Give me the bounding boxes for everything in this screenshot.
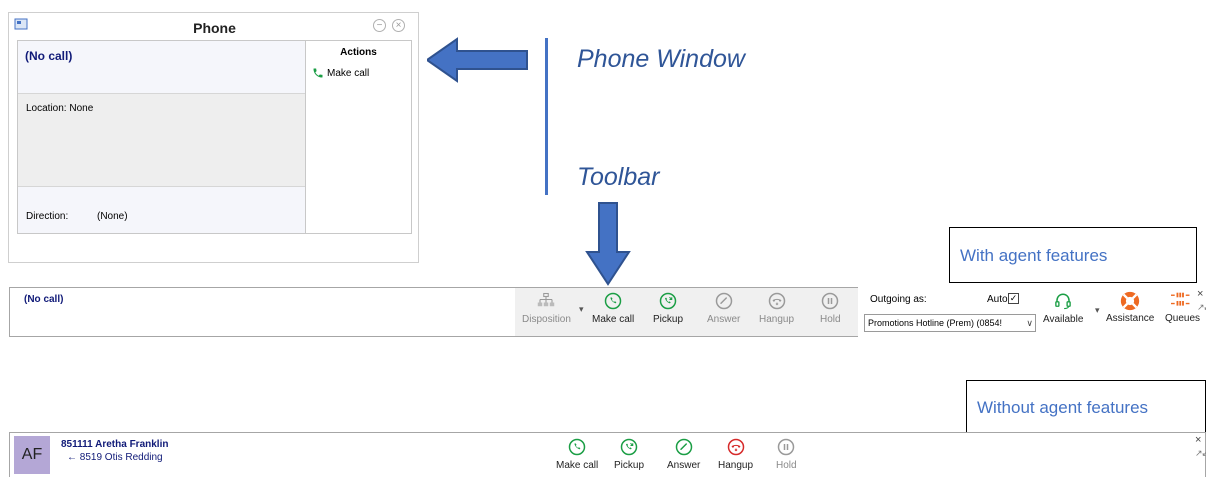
hangup-button[interactable]: Hangup — [718, 438, 753, 471]
make-call-action[interactable]: Make call — [312, 66, 369, 80]
expand-icon[interactable]: ↗↙ — [1197, 302, 1206, 313]
phone-icon — [568, 438, 586, 456]
phone-window-titlebar: Phone − × — [9, 13, 418, 40]
hold-button[interactable]: Hold — [820, 292, 841, 325]
direction-section: Direction: (None) — [18, 187, 305, 233]
make-call-label: Make call — [592, 314, 635, 325]
assistance-label: Assistance — [1106, 313, 1155, 324]
disposition-tree-icon — [538, 292, 555, 307]
outgoing-as-label: Outgoing as: — [870, 294, 927, 305]
location-text: Location: None — [26, 103, 94, 114]
phone-icon — [604, 292, 622, 310]
phone-icon — [313, 68, 323, 78]
minimize-icon[interactable]: − — [373, 19, 386, 32]
pickup-icon — [620, 438, 638, 456]
call-status: (No call) — [25, 49, 73, 63]
lifebuoy-icon — [1121, 291, 1140, 311]
auto-checkbox[interactable]: ✓ — [1008, 293, 1019, 304]
hold-label: Hold — [820, 314, 841, 325]
headset-icon — [1055, 293, 1072, 310]
pickup-label: Pickup — [614, 460, 645, 471]
pickup-label: Pickup — [653, 314, 684, 325]
toolbar-call-status: (No call) — [24, 294, 64, 305]
divider-line — [545, 38, 548, 195]
expand-icon[interactable]: ↗↙ — [1195, 448, 1206, 459]
make-call-label: Make call — [556, 460, 599, 471]
answer-button[interactable]: Answer — [667, 438, 700, 471]
answer-label: Answer — [667, 460, 701, 471]
answer-icon — [675, 438, 692, 456]
direction-value: (None) — [97, 211, 128, 222]
phone-window-title: Phone — [193, 20, 236, 36]
pickup-icon — [659, 292, 677, 310]
make-call-button[interactable]: Make call — [592, 292, 634, 325]
location-section: Location: None — [18, 94, 305, 187]
hangup-label: Hangup — [759, 314, 795, 325]
arrow-left-icon — [427, 37, 528, 83]
phone-window: Phone − × (No call) Location: None Direc… — [8, 12, 419, 263]
toolbar-without-agent-features: AF 851111 Aretha Franklin ← 8519 Otis Re… — [9, 432, 1206, 477]
answer-icon — [715, 292, 732, 310]
actions-panel: Actions Make call — [306, 41, 411, 233]
hangup-button[interactable]: Hangup — [759, 292, 794, 325]
close-icon[interactable]: × — [1195, 434, 1201, 446]
call-status-section: (No call) — [18, 41, 305, 94]
disposition-label: Disposition — [522, 314, 571, 325]
available-label: Available — [1043, 314, 1084, 325]
call-info-panel: (No call) Location: None Direction: (Non… — [18, 41, 306, 233]
pickup-button[interactable]: Pickup — [614, 438, 644, 471]
toolbar-caption: Toolbar — [577, 163, 660, 191]
queues-label: Queues — [1165, 313, 1201, 324]
pause-icon — [822, 292, 839, 310]
disposition-dropdown-icon[interactable]: ▾ — [579, 304, 584, 315]
make-call-action-label: Make call — [327, 67, 370, 79]
answer-button[interactable]: Answer — [707, 292, 740, 325]
disposition-button[interactable]: Disposition — [522, 292, 571, 325]
with-agent-features-label: With agent features — [949, 227, 1197, 283]
caller-primary: 851111 Aretha Franklin — [61, 439, 169, 450]
make-call-button[interactable]: Make call — [556, 438, 598, 471]
caller-secondary: ← 8519 Otis Redding — [67, 452, 163, 463]
arrow-down-icon — [585, 202, 631, 286]
pause-icon — [778, 438, 795, 456]
assistance-button[interactable]: Assistance — [1106, 290, 1154, 324]
without-agent-features-label: Without agent features — [966, 380, 1206, 434]
close-icon[interactable]: × — [1197, 288, 1203, 300]
actions-title: Actions — [340, 47, 377, 58]
phone-window-caption: Phone Window — [577, 45, 745, 73]
agent-features-panel: Outgoing as: Auto ✓ Promotions Hotline (… — [858, 287, 1206, 337]
hangup-label: Hangup — [718, 460, 754, 471]
available-dropdown-icon[interactable]: ▾ — [1095, 305, 1100, 316]
hold-button[interactable]: Hold — [776, 438, 797, 471]
hangup-icon — [768, 292, 785, 310]
outgoing-as-value: Promotions Hotline (Prem) (0854! — [868, 318, 1003, 328]
direction-label: Direction: — [26, 211, 69, 222]
queues-icon — [1170, 292, 1189, 306]
chevron-down-icon: ∨ — [1026, 318, 1033, 328]
available-button[interactable]: Available — [1043, 292, 1083, 325]
hold-label: Hold — [776, 460, 797, 471]
phone-window-body: (No call) Location: None Direction: (Non… — [17, 40, 412, 234]
answer-label: Answer — [707, 314, 741, 325]
outgoing-as-select[interactable]: Promotions Hotline (Prem) (0854! ∨ — [864, 314, 1036, 332]
toolbar-with-agent-features: (No call) Disposition ▾ Make call Pickup… — [9, 287, 1206, 337]
auto-label: Auto — [987, 294, 1008, 305]
close-icon[interactable]: × — [392, 19, 405, 32]
avatar: AF — [14, 436, 50, 474]
pickup-button[interactable]: Pickup — [653, 292, 683, 325]
hangup-icon — [727, 438, 744, 456]
queues-button[interactable]: Queues — [1165, 291, 1200, 324]
